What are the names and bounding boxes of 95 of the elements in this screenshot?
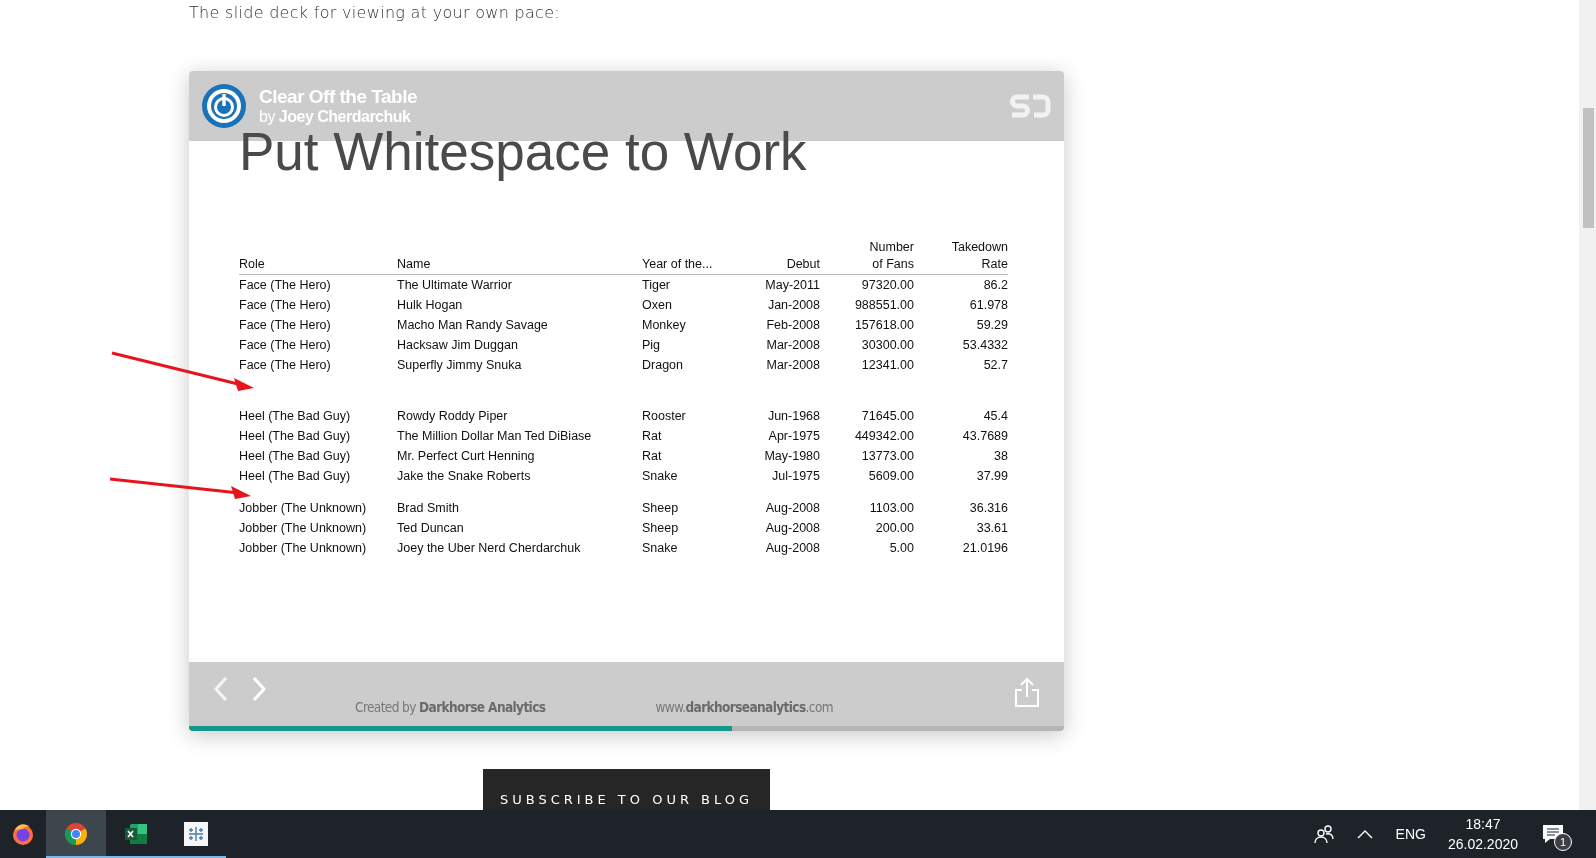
cross-grid-icon: [184, 822, 208, 846]
table-cell-text: Mar-2008: [765, 337, 820, 354]
table-cell-text: The Million Dollar Man Ted DiBiase: [397, 428, 593, 445]
table-cell-text: Face (The Hero): [239, 357, 332, 374]
scrollbar-thumb[interactable]: [1583, 108, 1594, 228]
table-cell-text: 449342.00: [853, 428, 914, 445]
table-cell-text: 37.99: [975, 468, 1008, 485]
table-cell-text: The Ultimate Warrior: [397, 277, 513, 294]
table-cell-text: 43.7689: [961, 428, 1008, 445]
table-cell-text: 12341.00: [860, 357, 914, 374]
table-cell-text: Jake the Snake Roberts: [397, 468, 532, 485]
table-cell-text: 61.978: [968, 297, 1008, 314]
table-cell-text: May-2011: [764, 277, 820, 294]
table-cell-text: 5.00: [888, 540, 914, 557]
table-cell-text: 45.4: [982, 408, 1008, 425]
table-cell-text: Macho Man Randy Savage: [397, 317, 549, 334]
table-cell-text: 21.0196: [961, 540, 1008, 557]
table-cell-text: Brad Smith: [397, 500, 460, 517]
subscribe-button[interactable]: SUBSCRIBE TO OUR BLOG: [483, 769, 770, 810]
table-cell-text: 30300.00: [860, 337, 914, 354]
table-cell-text: Joey the Uber Nerd Cherdarchuk: [397, 540, 582, 557]
table-cell-text: Sheep: [642, 520, 680, 537]
power-logo-icon: [201, 83, 247, 129]
table-cell-text: Snake: [642, 468, 679, 485]
spreadsheet-icon: [124, 822, 148, 846]
table-cell-text: 988551.00: [853, 297, 914, 314]
table-cell-text: Mr. Perfect Curt Henning: [397, 448, 536, 465]
table-cell-text: Heel (The Bad Guy): [239, 428, 352, 445]
table-cell-text: Jobber (The Unknown): [239, 500, 368, 517]
clock-time[interactable]: 18:47: [1447, 814, 1518, 834]
table-cell-text: 52.7: [982, 357, 1008, 374]
table-cell-text: Jan-2008: [766, 297, 820, 314]
table-cell-text: Rat: [642, 428, 663, 445]
table-cell-text: Apr-1975: [767, 428, 820, 445]
language-indicator[interactable]: ENG: [1395, 826, 1426, 842]
table-cell-text: Ted Duncan: [397, 520, 465, 537]
table-cell-text: Mar-2008: [765, 357, 820, 374]
table-cell-text: Aug-2008: [764, 500, 820, 517]
table-cell-text: 200.00: [874, 520, 914, 537]
column-header: Debut: [742, 256, 820, 275]
table-cell-text: Aug-2008: [764, 520, 820, 537]
table-cell-text: Rat: [642, 448, 663, 465]
table-cell-text: Face (The Hero): [239, 277, 332, 294]
table-cell-text: Dragon: [642, 357, 684, 374]
table-cell-text: Feb-2008: [765, 317, 820, 334]
table-cell-text: 13773.00: [860, 448, 914, 465]
table-cell-text: Face (The Hero): [239, 337, 332, 354]
table-cell-text: Heel (The Bad Guy): [239, 408, 352, 425]
table-cell-text: Jul-1975: [771, 468, 820, 485]
table-cell-text: Rooster: [642, 408, 687, 425]
table-cell-text: Hulk Hogan: [397, 297, 464, 314]
table-cell-text: 33.61: [975, 520, 1008, 537]
table-cell-text: 71645.00: [860, 408, 914, 425]
table-cell-text: Sheep: [642, 500, 680, 517]
table-cell-text: 97320.00: [860, 277, 914, 294]
table-cell-text: 5609.00: [867, 468, 914, 485]
table-cell-text: Hacksaw Jim Duggan: [397, 337, 519, 354]
clock-date[interactable]: 26.02.2020: [1447, 834, 1518, 854]
credit-text: Created by Darkhorse Analytics: [355, 699, 546, 715]
table-cell-text: Jobber (The Unknown): [239, 520, 368, 537]
scrollbar[interactable]: [1579, 0, 1596, 810]
column-header: Number of Fans: [820, 239, 914, 275]
table-cell-text: 86.2: [982, 277, 1008, 294]
chrome-icon: [64, 822, 88, 846]
table-cell-text: Monkey: [642, 317, 687, 334]
table-cell-text: Superfly Jimmy Snuka: [397, 357, 523, 374]
table-cell-text: Tiger: [642, 277, 671, 294]
table-cell-text: Snake: [642, 540, 679, 557]
table-cell-text: 36.316: [968, 500, 1008, 517]
table-cell-text: Heel (The Bad Guy): [239, 448, 352, 465]
table-cell-text: 1103.00: [868, 500, 914, 517]
table-cell-text: Jun-1968: [766, 408, 820, 425]
table-cell-text: Heel (The Bad Guy): [239, 468, 352, 485]
intro-text: The slide deck for viewing at your own pace:: [189, 2, 561, 24]
table-cell-text: Face (The Hero): [239, 297, 332, 314]
table-cell-text: 59.29: [975, 317, 1008, 334]
table-cell-text: 53.4332: [961, 337, 1008, 354]
table-cell-text: 38: [993, 448, 1008, 465]
table-cell-text: May-1980: [763, 448, 820, 465]
firefox-icon: [11, 822, 35, 846]
table-cell-text: Rowdy Roddy Piper: [397, 408, 509, 425]
column-header: Takedown Rate: [914, 239, 1008, 275]
column-header: Role: [239, 256, 397, 275]
table-cell-text: Pig: [642, 337, 662, 354]
table-cell-text: Jobber (The Unknown): [239, 540, 368, 557]
column-header: Year of the...: [642, 256, 742, 275]
table-cell-text: Oxen: [642, 297, 673, 314]
table-cell-text: Aug-2008: [764, 540, 820, 557]
column-header: Name: [397, 256, 642, 275]
chevron-up-icon[interactable]: [1355, 828, 1374, 840]
table-cell-text: 157618.00: [853, 317, 914, 334]
sj-logo-icon: [1010, 93, 1052, 119]
people-icon[interactable]: [1313, 824, 1334, 844]
notification-badge: 1: [1554, 833, 1572, 851]
table-cell-text: Face (The Hero): [239, 317, 332, 334]
